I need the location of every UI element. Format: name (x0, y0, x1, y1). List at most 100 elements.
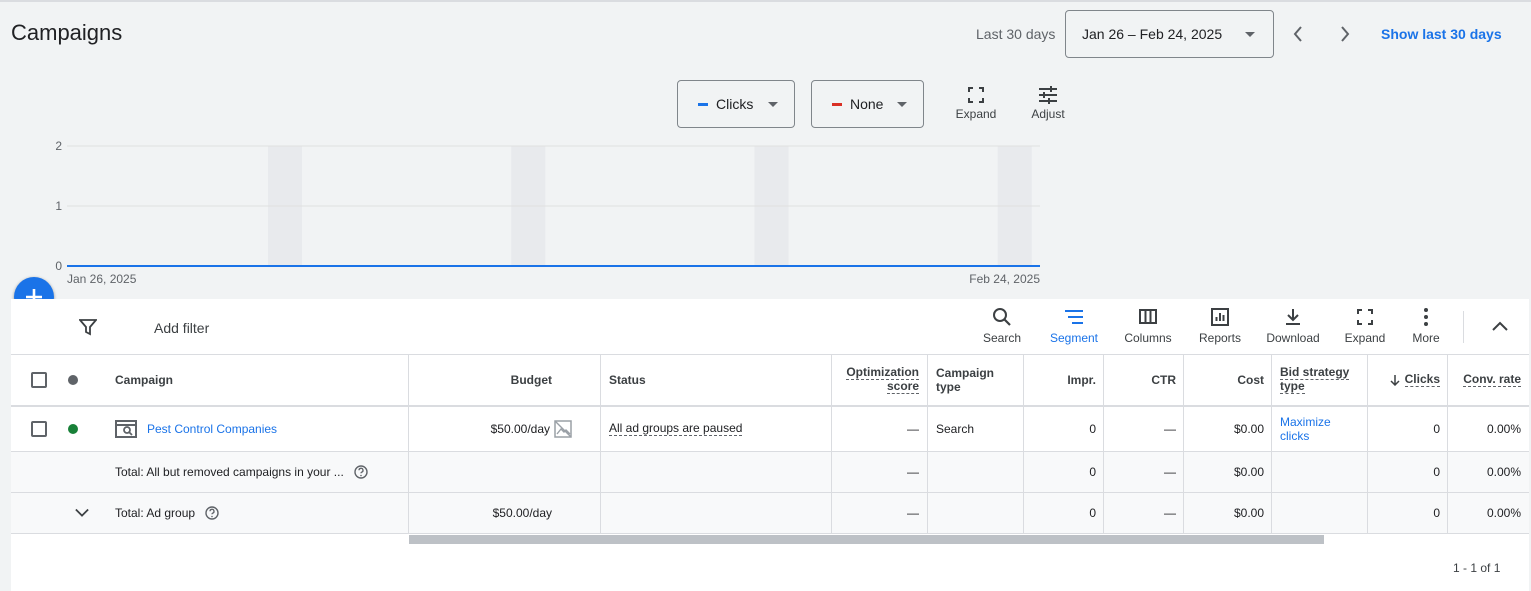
enabled-status-dot (68, 424, 78, 434)
total-ad-group-label: Total: Ad group (115, 506, 196, 520)
previous-period-button[interactable] (1286, 22, 1310, 46)
total-all-ctr: — (1164, 465, 1176, 479)
filter-bar: Add filter Search Segment Columns Report… (11, 299, 1529, 355)
toolbar-divider (1463, 311, 1464, 343)
total-ad-group-impressions: 0 (1089, 506, 1096, 520)
header-campaign-type[interactable]: Campaign type (928, 355, 1023, 405)
page-title: Campaigns (11, 20, 123, 45)
total-ad-group-conv-rate: 0.00% (1486, 506, 1521, 520)
horizontal-scrollbar[interactable] (409, 535, 1324, 544)
date-range-picker[interactable]: Jan 26 – Feb 24, 2025 (1065, 10, 1274, 58)
campaign-bid-strategy-link[interactable]: Maximize clicks (1272, 407, 1367, 451)
toolbar-expand-button[interactable]: Expand (1343, 307, 1387, 345)
campaign-type: Search (936, 422, 975, 436)
header-impressions[interactable]: Impr. (1024, 355, 1104, 405)
y-tick-label: 2 (55, 139, 62, 153)
next-period-button[interactable] (1333, 22, 1357, 46)
help-icon[interactable] (205, 506, 219, 520)
help-icon[interactable] (354, 465, 368, 479)
toolbar-search-button[interactable]: Search (981, 307, 1023, 345)
header-ctr[interactable]: CTR (1104, 355, 1184, 405)
chevron-left-icon (1293, 26, 1302, 42)
chevron-down-icon[interactable] (75, 508, 89, 518)
download-icon (1286, 309, 1300, 325)
y-tick-label: 0 (55, 259, 62, 273)
total-all-cost: $0.00 (1233, 465, 1264, 479)
toolbar-download-button[interactable]: Download (1264, 307, 1322, 345)
header-conv-rate[interactable]: Conv. rate (1448, 355, 1529, 405)
header-clicks[interactable]: Clicks (1368, 355, 1448, 405)
sort-arrow-down-icon (1390, 375, 1400, 386)
toolbar-columns-button[interactable]: Columns (1122, 307, 1174, 345)
expand-icon (968, 87, 984, 103)
total-ad-group-budget: $50.00/day (492, 506, 552, 520)
date-range-value: Jan 26 – Feb 24, 2025 (1082, 26, 1223, 42)
table-row: Pest Control Companies $50.00/day All ad… (11, 407, 1529, 452)
header-status[interactable]: Status (601, 355, 831, 405)
caret-down-icon (1245, 32, 1255, 37)
select-all-checkbox[interactable] (31, 372, 47, 388)
tune-icon (1039, 86, 1057, 104)
total-ad-group-opt-score: — (907, 506, 919, 520)
toolbar-reports-button[interactable]: Reports (1196, 307, 1244, 345)
campaign-conv-rate: 0.00% (1486, 422, 1521, 436)
clicks-chart: 0 1 2 Jan 26, 2025 Feb 24, 2025 (55, 139, 1040, 286)
show-last-30-days-link[interactable]: Show last 30 days (1381, 26, 1502, 42)
campaign-cost: $0.00 (1233, 422, 1264, 436)
total-row-all-campaigns: Total: All but removed campaigns in your… (11, 452, 1529, 493)
campaign-status[interactable]: All ad groups are paused (609, 422, 743, 436)
table-header-row: Campaign Budget Status Optimization scor… (11, 355, 1529, 407)
add-filter-button[interactable]: Add filter (154, 320, 209, 336)
primary-metric-label: Clicks (716, 96, 754, 112)
total-all-conv-rate: 0.00% (1486, 465, 1521, 479)
campaign-name-link[interactable]: Pest Control Companies (147, 422, 277, 436)
expand-icon (1357, 309, 1373, 325)
top-divider (0, 0, 1531, 2)
x-axis-start-label: Jan 26, 2025 (67, 272, 137, 286)
campaign-budget: $50.00/day (490, 422, 550, 436)
chart-expand-button[interactable]: Expand (955, 86, 997, 121)
row-checkbox[interactable] (31, 421, 47, 437)
caret-down-icon (897, 102, 907, 107)
total-all-impressions: 0 (1089, 465, 1096, 479)
campaign-impressions: 0 (1089, 422, 1096, 436)
campaigns-table-panel: Add filter Search Segment Columns Report… (11, 299, 1529, 591)
total-row-ad-group: Total: Ad group $50.00/day — 0 — $0.00 0… (11, 493, 1529, 534)
header-budget[interactable]: Budget (409, 355, 560, 405)
search-campaign-icon (115, 420, 137, 438)
more-vert-icon (1424, 308, 1428, 326)
segment-icon (1065, 310, 1083, 324)
total-ad-group-ctr: — (1164, 506, 1176, 520)
date-range-label: Last 30 days (976, 26, 1056, 42)
primary-metric-select[interactable]: Clicks (677, 80, 795, 128)
status-dot-header (68, 375, 78, 385)
chevron-right-icon (1341, 26, 1350, 42)
secondary-metric-select[interactable]: None (811, 80, 924, 128)
total-all-opt-score: — (907, 465, 919, 479)
columns-icon (1139, 309, 1157, 324)
chart-adjust-button[interactable]: Adjust (1028, 86, 1068, 121)
campaign-opt-score: — (907, 422, 919, 436)
total-all-clicks: 0 (1433, 465, 1440, 479)
total-all-label: Total: All but removed campaigns in your… (115, 465, 344, 479)
pagination-label: 1 - 1 of 1 (1453, 561, 1501, 575)
clicks-swatch (698, 102, 708, 106)
x-axis-end-label: Feb 24, 2025 (969, 272, 1040, 286)
toolbar-more-button[interactable]: More (1409, 307, 1443, 345)
secondary-metric-label: None (850, 96, 884, 112)
image-off-icon (554, 420, 572, 438)
header-bid-strategy-type[interactable]: Bid strategy type (1272, 355, 1367, 405)
total-ad-group-cost: $0.00 (1233, 506, 1264, 520)
search-icon (993, 308, 1011, 326)
header-optimization-score[interactable]: Optimization score (832, 355, 927, 405)
none-swatch (832, 102, 842, 106)
campaign-clicks: 0 (1433, 422, 1440, 436)
reports-icon (1211, 308, 1229, 326)
header-campaign[interactable]: Campaign (107, 355, 407, 405)
header-cost[interactable]: Cost (1184, 355, 1272, 405)
toolbar-segment-button[interactable]: Segment (1047, 307, 1101, 345)
collapse-chevron-up-icon[interactable] (1492, 321, 1508, 331)
filter-icon[interactable] (79, 318, 97, 336)
y-tick-label: 1 (55, 199, 62, 213)
total-ad-group-clicks: 0 (1433, 506, 1440, 520)
